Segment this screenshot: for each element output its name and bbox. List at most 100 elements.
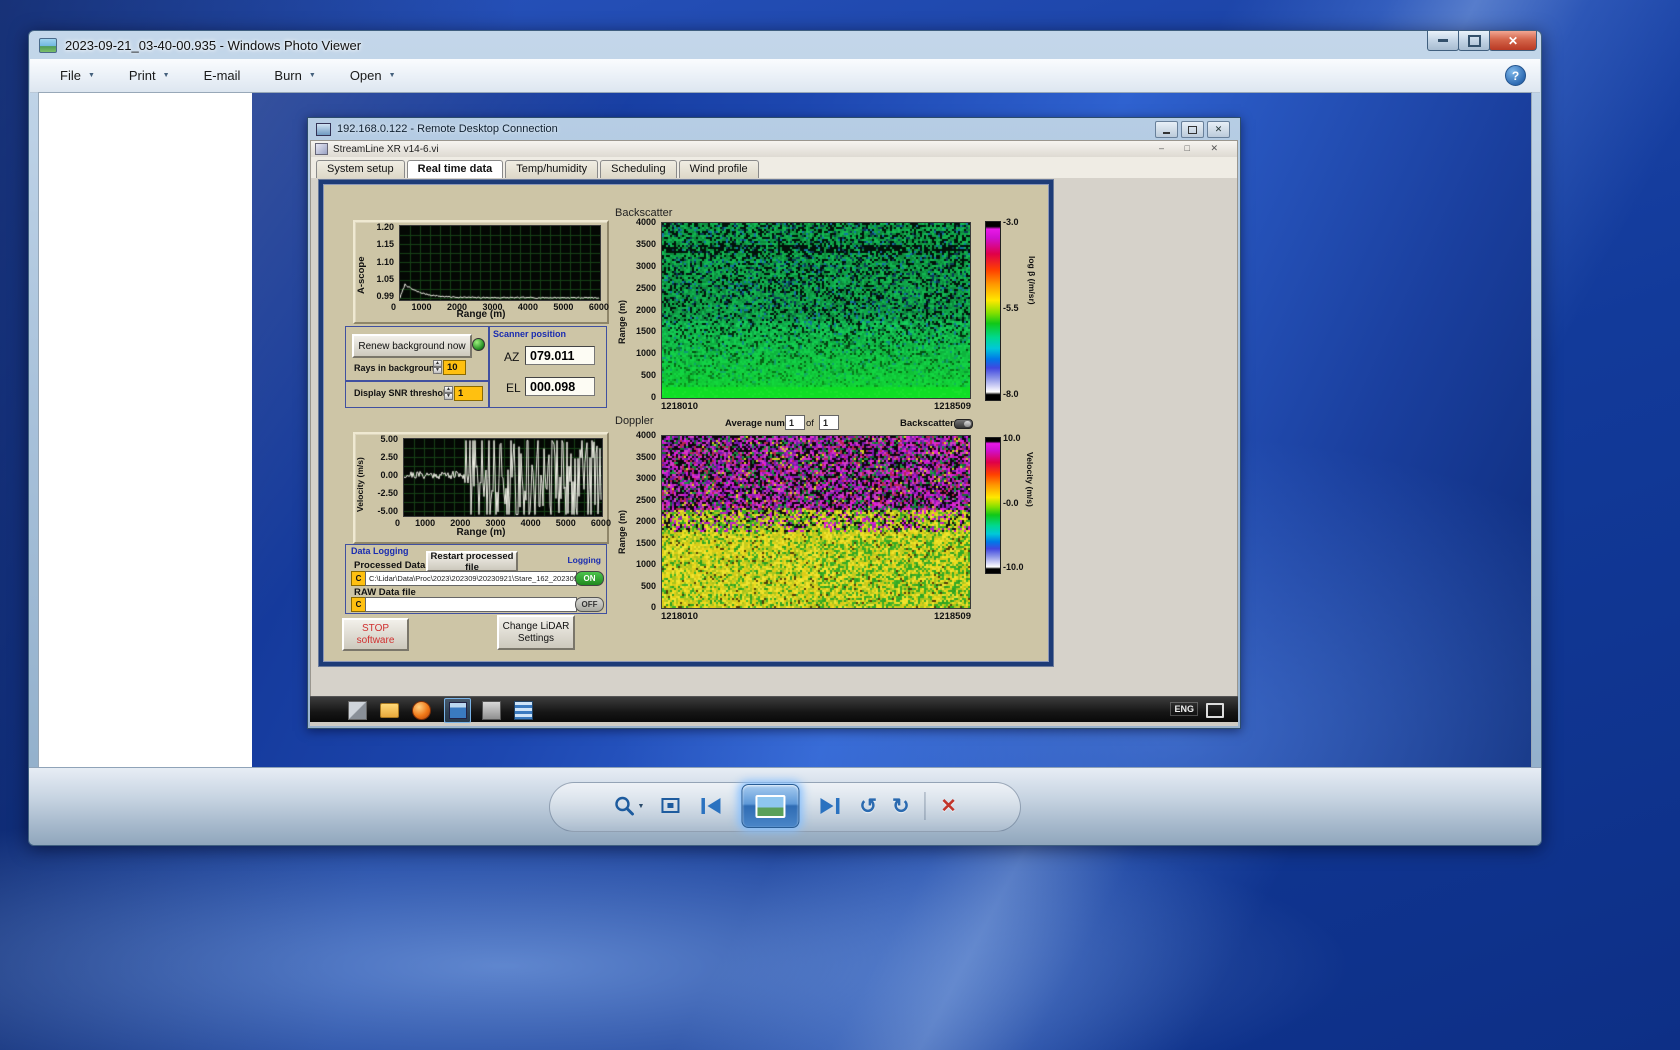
photo-viewer-menubar: File▼ Print▼ E-mail Burn▼ Open▼ ? [30,59,1540,93]
menu-email[interactable]: E-mail [204,68,241,83]
scanner-position-title: Scanner position [493,329,566,339]
remote-taskbar: ENG [310,696,1238,722]
close-icon: ✕ [1215,124,1223,135]
average-number-field[interactable]: 1 [785,415,805,430]
next-button[interactable] [814,794,844,818]
data-logging-box: Data Logging Processed Data file Restart… [345,544,607,614]
chevron-down-icon: ▼ [163,72,170,79]
backscatter-yticks: 40003500300025002000150010005000 [626,217,656,402]
taskbar-rdp-icon[interactable] [482,701,501,720]
photo-viewer-content: 192.168.0.122 - Remote Desktop Connectio… [38,92,1532,768]
change-lidar-settings-button[interactable]: Change LiDARSettings [497,615,575,650]
taskbar-active-app-slot[interactable] [444,698,471,723]
az-value: 079.011 [525,346,595,365]
taskbar-firefox-icon[interactable] [412,701,431,720]
rdp-close-button: ✕ [1207,121,1230,138]
snr-controls-box: Display SNR threshold ▲▼ 1 [345,380,490,408]
help-icon: ? [1512,69,1519,83]
rays-spinner[interactable]: ▲▼ [433,360,442,373]
delete-button[interactable]: ✕ [941,795,957,818]
tab-real-time-data: Real time data [407,160,504,179]
el-value: 000.098 [525,377,595,396]
ascope-xlabel: Range (m) [355,309,607,320]
snr-spinner[interactable]: ▲▼ [444,386,453,399]
streamline-window-buttons: – □ ✕ [1159,143,1227,154]
minimize-button[interactable] [1427,31,1459,51]
maximize-icon [1188,126,1197,134]
slideshow-icon [755,795,785,818]
chevron-down-icon: ▼ [389,72,396,79]
data-logging-title: Data Logging [351,546,409,556]
screen: 2023-09-21_03-40-00.935 - Windows Photo … [0,0,1680,1050]
photo-viewer-app-icon [39,38,57,53]
doppler-heatmap [661,435,971,609]
rdp-minimize-button [1155,121,1178,138]
restart-processed-file-button[interactable]: Restart processed file [426,551,518,572]
taskbar-folder-icon[interactable] [380,703,399,718]
maximize-icon [1468,35,1481,47]
toolbar-separator [925,792,926,820]
taskbar-start-icon[interactable] [348,701,367,720]
raw-path-field[interactable] [365,597,577,612]
ascope-yticks: 1.201.151.101.050.99 [366,222,394,301]
average-of-field[interactable]: 1 [819,415,839,430]
actual-size-button[interactable] [659,795,681,817]
zoom-button[interactable]: ▼ [613,795,644,817]
az-label: AZ [504,350,519,364]
photo-viewer-titlebar[interactable]: 2023-09-21_03-40-00.935 - Windows Photo … [29,31,1541,59]
stop-software-button[interactable]: STOPsoftware [342,618,409,651]
chevron-down-icon: ▼ [637,803,644,810]
rotate-counterclockwise-button[interactable]: ↺ [859,794,877,819]
menu-file[interactable]: File▼ [60,68,95,83]
help-button[interactable]: ? [1505,65,1526,86]
language-indicator[interactable]: ENG [1170,702,1198,716]
rdp-maximize-button [1181,121,1204,138]
maximize-button[interactable] [1458,31,1490,51]
raw-drive-box[interactable]: C [351,597,366,612]
previous-icon [696,794,726,818]
backscatter-heatmap [661,222,971,399]
doppler-yticks: 40003500300025002000150010005000 [626,430,656,612]
snr-value-field[interactable]: 1 [454,386,483,401]
chevron-down-icon: ▼ [88,72,95,79]
menu-burn[interactable]: Burn▼ [274,68,315,83]
velocity-ylabel: Velocity (m/s) [355,440,365,512]
processed-drive-box[interactable]: C [351,571,366,586]
backscatter-xticks: 12180101218509 [661,401,971,412]
backscatter-colorbar [985,221,1001,401]
backscatter-toggle[interactable] [954,419,973,429]
streamline-window: StreamLine XR v14-6.vi – □ ✕ System setu… [310,140,1238,697]
tab-scheduling: Scheduling [600,160,676,178]
rays-value-field[interactable]: 10 [443,360,466,375]
play-slideshow-button[interactable] [741,784,799,828]
menu-print[interactable]: Print▼ [129,68,170,83]
processed-logging-toggle[interactable]: ON [575,571,604,586]
backscatter-toggle-label: Backscatter [900,418,954,429]
close-button[interactable]: ✕ [1489,31,1537,51]
next-icon [814,794,844,818]
taskbar-display-icon[interactable] [1206,703,1224,718]
taskbar-app-icon[interactable] [514,701,533,720]
rdp-titlebar: 192.168.0.122 - Remote Desktop Connectio… [310,118,1238,140]
menu-open[interactable]: Open▼ [350,68,396,83]
photo-viewer-title: 2023-09-21_03-40-00.935 - Windows Photo … [65,38,361,53]
background-controls-box: Renew background now Rays in background … [345,326,490,382]
logging-label: Logging [567,555,601,565]
rdp-computer-icon [316,123,331,136]
scanner-position-box: Scanner position AZ 079.011 EL 000.098 [488,326,607,408]
previous-button[interactable] [696,794,726,818]
velocity-xlabel: Range (m) [355,527,607,538]
processed-path-field[interactable]: C:\Lidar\Data\Proc\2023\202309\20230921\… [365,571,577,586]
minimize-icon [1438,39,1448,42]
rotate-clockwise-button[interactable]: ↻ [892,794,910,819]
rdp-title: 192.168.0.122 - Remote Desktop Connectio… [337,123,558,135]
el-label: EL [506,381,521,395]
raw-logging-toggle[interactable]: OFF [575,597,604,612]
chevron-down-icon: ▼ [309,72,316,79]
tab-temp-humidity: Temp/humidity [505,160,598,178]
rays-in-background-label: Rays in background [354,363,440,373]
taskbar-active-app-icon [449,702,467,719]
ascope-plot [399,225,601,301]
delete-icon: ✕ [941,795,957,818]
renew-background-button[interactable]: Renew background now [352,334,472,358]
